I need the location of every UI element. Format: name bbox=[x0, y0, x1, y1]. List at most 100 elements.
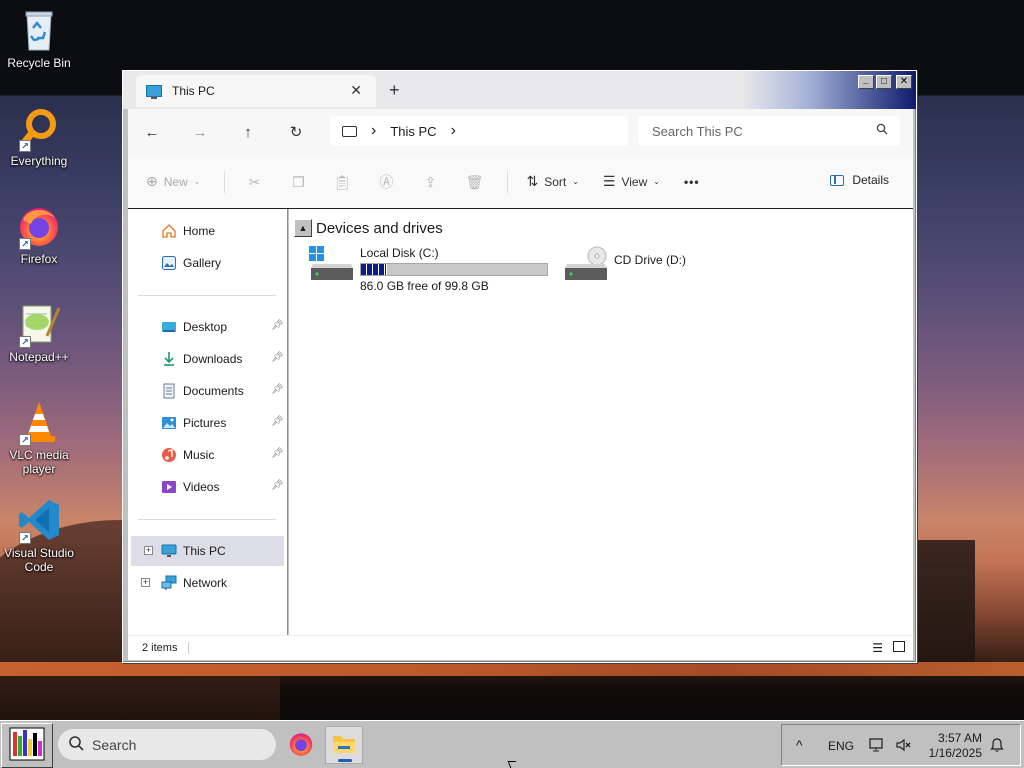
sidebar-item-gallery[interactable]: Gallery bbox=[128, 248, 288, 278]
pin-icon[interactable]: 📌︎ bbox=[271, 416, 284, 427]
drive-name: Local Disk (C:) bbox=[360, 246, 439, 260]
search-input[interactable]: Search This PC bbox=[652, 124, 743, 139]
sort-label: Sort bbox=[544, 174, 567, 189]
pin-icon[interactable]: 📌︎ bbox=[271, 448, 284, 459]
close-tab-icon[interactable]: ✕ bbox=[350, 82, 362, 99]
language-indicator[interactable]: ENG bbox=[828, 739, 854, 753]
new-button[interactable]: ⊕ New ⌄ bbox=[146, 173, 200, 190]
sidebar-item-this-pc[interactable]: + This PC bbox=[131, 536, 284, 566]
copy-icon[interactable]: ❐ bbox=[287, 171, 309, 193]
delete-icon[interactable]: 🗑︎ bbox=[463, 171, 485, 193]
refresh-button[interactable]: ↻ bbox=[272, 123, 320, 141]
expand-icon[interactable]: + bbox=[141, 578, 150, 587]
sidebar-divider bbox=[138, 295, 276, 296]
sidebar-item-downloads[interactable]: Downloads 📌︎ bbox=[128, 344, 288, 374]
navigation-pane: Home Gallery Desktop 📌︎ Downloads 📌︎ Doc… bbox=[128, 209, 288, 635]
videos-folder-icon bbox=[161, 479, 177, 495]
sidebar-item-pictures[interactable]: Pictures 📌︎ bbox=[128, 408, 288, 438]
address-bar[interactable]: › This PC › bbox=[330, 116, 628, 146]
collapse-triangle-icon[interactable]: ▲ bbox=[294, 219, 312, 237]
back-button[interactable]: ← bbox=[128, 124, 176, 141]
desktop-icon-notepad-plus-plus[interactable]: ↗ Notepad++ bbox=[0, 302, 78, 364]
drive-free-space: 86.0 GB free of 99.8 GB bbox=[360, 279, 489, 293]
music-folder-icon bbox=[161, 447, 177, 463]
clock[interactable]: 3:57 AM 1/16/2025 bbox=[922, 731, 982, 761]
search-box[interactable]: Search This PC bbox=[638, 116, 900, 146]
notepad-plus-plus-icon: ↗ bbox=[17, 302, 61, 348]
rename-icon[interactable]: Ⓐ bbox=[375, 171, 397, 193]
pin-icon[interactable]: 📌︎ bbox=[271, 384, 284, 395]
minimize-button[interactable]: _ bbox=[858, 75, 874, 89]
breadcrumb-chevron-icon[interactable]: › bbox=[451, 122, 456, 140]
notifications-bell-icon[interactable] bbox=[989, 737, 1005, 756]
network-status-icon[interactable] bbox=[869, 737, 885, 756]
forward-button[interactable]: → bbox=[176, 124, 224, 141]
maximize-button[interactable]: □ bbox=[876, 75, 892, 89]
sidebar-item-network[interactable]: + Network bbox=[128, 568, 288, 598]
large-icons-view-icon[interactable] bbox=[893, 641, 905, 652]
divider bbox=[188, 642, 190, 654]
sidebar-item-label: Music bbox=[183, 448, 215, 462]
vlc-icon: ↗ bbox=[17, 400, 61, 446]
sidebar-item-label: Documents bbox=[183, 384, 244, 398]
up-button[interactable]: ↑ bbox=[224, 124, 272, 141]
details-pane-button[interactable]: Details bbox=[830, 173, 889, 187]
desktop-icon-label: Notepad++ bbox=[9, 350, 69, 364]
chevron-down-icon: ⌄ bbox=[653, 177, 660, 186]
taskbar-search-input[interactable]: Search bbox=[92, 737, 136, 753]
drive-usage-bar bbox=[360, 263, 548, 276]
local-disk-icon bbox=[309, 246, 355, 286]
show-hidden-icons-button[interactable]: ^ bbox=[796, 737, 803, 753]
sidebar-item-home[interactable]: Home bbox=[128, 216, 288, 246]
drive-item-local-disk-c[interactable]: Local Disk (C:) 86.0 GB free of 99.8 GB bbox=[309, 246, 548, 293]
breadcrumb-this-pc[interactable]: This PC bbox=[390, 124, 436, 139]
sidebar-item-documents[interactable]: Documents 📌︎ bbox=[128, 376, 288, 406]
this-pc-icon bbox=[161, 543, 177, 559]
sidebar-item-desktop[interactable]: Desktop 📌︎ bbox=[128, 312, 288, 342]
sidebar-item-label: Gallery bbox=[183, 256, 222, 270]
sunset-horizon bbox=[0, 662, 1024, 676]
tab-this-pc[interactable]: This PC ✕ bbox=[136, 75, 376, 107]
plus-circle-icon: ⊕ bbox=[146, 173, 158, 189]
sort-button[interactable]: ⇅ Sort ⌄ bbox=[526, 173, 578, 190]
sidebar-item-videos[interactable]: Videos 📌︎ bbox=[128, 472, 288, 502]
this-pc-icon bbox=[146, 85, 162, 99]
taskbar-search-box[interactable]: Search bbox=[58, 729, 276, 760]
desktop-icon-label: Everything bbox=[10, 154, 68, 168]
pin-icon[interactable]: 📌︎ bbox=[271, 320, 284, 331]
view-button[interactable]: ☰ View ⌄ bbox=[603, 173, 660, 190]
chevron-down-icon: ⌄ bbox=[572, 177, 579, 186]
more-options-button[interactable]: ••• bbox=[684, 175, 700, 189]
sort-icon: ⇅ bbox=[526, 173, 539, 189]
drive-usage-fill bbox=[361, 264, 387, 275]
pin-icon[interactable]: 📌︎ bbox=[271, 480, 284, 491]
cut-icon[interactable]: ✂ bbox=[243, 171, 265, 193]
system-tray: ^ ENG 3:57 AM 1/16/2025 bbox=[781, 724, 1021, 766]
desktop-icon-vlc[interactable]: ↗ VLC media player bbox=[0, 400, 78, 476]
start-button[interactable] bbox=[1, 723, 53, 768]
monitor-icon bbox=[342, 125, 357, 137]
new-tab-button[interactable]: + bbox=[389, 80, 400, 101]
sidebar-item-music[interactable]: Music 📌︎ bbox=[128, 440, 288, 470]
desktop-icon-label: Firefox bbox=[20, 252, 58, 266]
taskbar-app-file-explorer[interactable] bbox=[325, 726, 363, 764]
file-list-pane: ▲ Devices and drives Local Disk (C:) 86.… bbox=[289, 209, 913, 635]
expand-icon[interactable]: + bbox=[144, 546, 153, 555]
details-pane-icon bbox=[830, 174, 845, 186]
taskbar-app-firefox[interactable] bbox=[282, 726, 320, 764]
desktop-icon-vscode[interactable]: ↗ Visual Studio Code bbox=[0, 498, 78, 574]
desktop-icon-firefox[interactable]: ↗ Firefox bbox=[0, 204, 78, 266]
close-window-button[interactable]: ✕ bbox=[896, 75, 912, 89]
paste-icon[interactable]: 📋︎ bbox=[331, 171, 353, 193]
volume-muted-icon[interactable] bbox=[895, 737, 911, 756]
share-icon[interactable]: ⇪ bbox=[419, 171, 441, 193]
drive-item-cd-drive-d[interactable]: CD Drive (D:) bbox=[563, 246, 686, 286]
desktop-icon-recycle-bin[interactable]: Recycle Bin bbox=[0, 8, 78, 70]
downloads-folder-icon bbox=[161, 351, 177, 367]
title-bar[interactable]: This PC ✕ + _ □ ✕ bbox=[123, 71, 916, 109]
group-header-devices-and-drives[interactable]: ▲ Devices and drives bbox=[294, 219, 443, 237]
network-icon bbox=[161, 575, 177, 591]
pin-icon[interactable]: 📌︎ bbox=[271, 352, 284, 363]
desktop-icon-everything[interactable]: ↗ Everything bbox=[0, 106, 78, 168]
details-view-icon[interactable]: ☰ bbox=[872, 641, 883, 655]
